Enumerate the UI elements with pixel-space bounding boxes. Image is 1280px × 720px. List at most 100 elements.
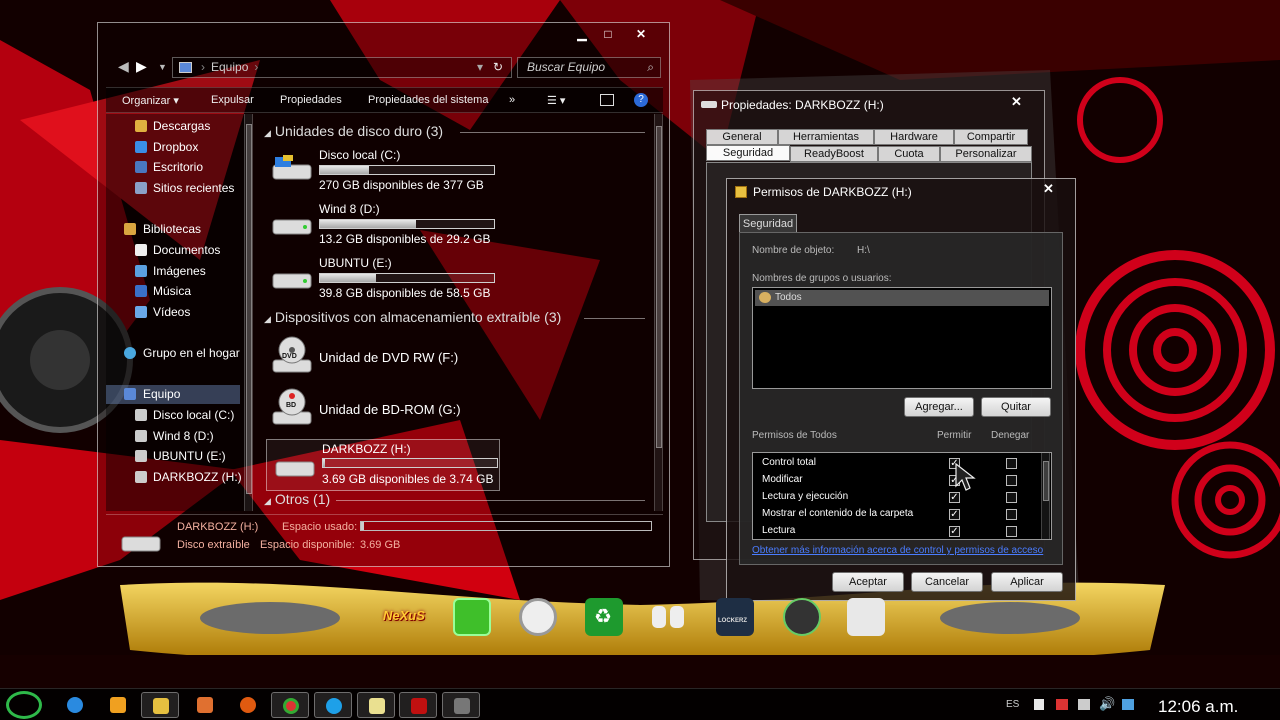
windows-logo-icon[interactable]	[453, 598, 491, 636]
collapse-arrow-icon[interactable]: ◢	[264, 496, 271, 506]
allow-checkbox[interactable]: ✓	[949, 492, 960, 503]
nexus-dock-icon[interactable]: NeXuS	[383, 598, 425, 636]
tray-flag-icon[interactable]	[1056, 699, 1068, 710]
nav-item-libraries[interactable]: Bibliotecas	[106, 220, 246, 239]
drive-tile-d[interactable]: Wind 8 (D:) 13.2 GB disponibles de 29.2 …	[264, 202, 504, 252]
taskbar-app-x[interactable]	[186, 692, 224, 718]
permissions-scrollbar[interactable]	[1041, 453, 1050, 539]
taskbar-media-player[interactable]	[99, 692, 137, 718]
group-header-hard-disks[interactable]: ◢ Unidades de disco duro (3)	[264, 123, 443, 139]
breadcrumb-chevron-icon[interactable]: ›	[254, 60, 258, 74]
deny-checkbox[interactable]	[1006, 526, 1017, 537]
allow-checkbox[interactable]: ✓	[949, 526, 960, 537]
scroll-thumb[interactable]	[1043, 461, 1049, 501]
breadcrumb-computer[interactable]: Equipo	[211, 60, 248, 74]
nav-item-desktop[interactable]: Escritorio	[106, 158, 246, 177]
view-options-icon[interactable]: ☰ ▾	[547, 94, 565, 107]
nav-item-drive-e[interactable]: UBUNTU (E:)	[106, 447, 246, 466]
tab-quota[interactable]: Cuota	[878, 146, 940, 162]
timer-dock-icon[interactable]	[783, 598, 821, 636]
nav-item-homegroup[interactable]: Grupo en el hogar	[106, 344, 246, 363]
close-button[interactable]: ✕	[1043, 181, 1054, 197]
help-icon[interactable]: ?	[634, 93, 648, 107]
tab-sharing[interactable]: Compartir	[954, 129, 1028, 145]
remove-button[interactable]: Quitar	[981, 397, 1051, 417]
forward-arrow-icon[interactable]: ▶	[136, 58, 147, 75]
start-button[interactable]	[6, 691, 42, 719]
taskbar-app-d[interactable]	[399, 692, 437, 718]
taskbar-internet-explorer[interactable]	[56, 692, 94, 718]
search-input[interactable]: Buscar Equipo ⌕	[517, 57, 661, 78]
recent-pages-icon[interactable]: ▼	[158, 62, 167, 72]
drive-tile-c[interactable]: Disco local (C:) 270 GB disponibles de 3…	[264, 148, 504, 198]
tab-general[interactable]: General	[706, 129, 778, 145]
address-dropdown-icon[interactable]: ▾	[477, 58, 483, 77]
eject-button[interactable]: Expulsar	[211, 94, 254, 106]
taskbar-skype[interactable]	[314, 692, 352, 718]
tab-tools[interactable]: Herramientas	[778, 129, 874, 145]
address-bar[interactable]: › Equipo › ▾ ↻	[172, 57, 512, 78]
nav-item-dropbox[interactable]: Dropbox	[106, 138, 246, 157]
drive-tile-f[interactable]: DVD Unidad de DVD RW (F:)	[264, 336, 504, 386]
minimize-button[interactable]: ▁	[572, 26, 592, 42]
maximize-button[interactable]: □	[598, 26, 618, 42]
deny-checkbox[interactable]	[1006, 458, 1017, 469]
nav-item-drive-c[interactable]: Disco local (C:)	[106, 406, 246, 425]
close-button[interactable]: ✕	[1011, 94, 1022, 110]
volume-icon[interactable]: 🔊	[1099, 696, 1115, 712]
scroll-thumb[interactable]	[246, 124, 252, 494]
access-control-help-link[interactable]: Obtener más información acerca de contro…	[752, 545, 1043, 556]
recycle-bin-icon[interactable]: ♻	[585, 598, 623, 636]
content-scrollbar[interactable]	[654, 114, 663, 511]
refresh-icon[interactable]: ↻	[493, 58, 503, 77]
clock[interactable]: 12:06 a.m.	[1158, 697, 1238, 717]
nav-item-videos[interactable]: Vídeos	[106, 303, 246, 322]
scroll-thumb[interactable]	[656, 126, 662, 448]
nav-item-music[interactable]: Música	[106, 282, 246, 301]
deny-checkbox[interactable]	[1006, 475, 1017, 486]
properties-button[interactable]: Propiedades	[280, 94, 342, 106]
taskbar-explorer[interactable]	[141, 692, 179, 718]
add-button[interactable]: Agregar...	[904, 397, 974, 417]
network-icon[interactable]	[1078, 699, 1090, 710]
apply-button[interactable]: Aplicar	[991, 572, 1063, 592]
drive-tile-h[interactable]: DARKBOZZ (H:) 3.69 GB disponibles de 3.7…	[266, 439, 500, 491]
tab-hardware[interactable]: Hardware	[874, 129, 954, 145]
navigation-scrollbar[interactable]	[244, 114, 253, 511]
deny-checkbox[interactable]	[1006, 509, 1017, 520]
tray-icon[interactable]	[1034, 699, 1044, 710]
lockerz-dock-icon[interactable]: LOCKERZ	[716, 598, 754, 636]
drive-tile-e[interactable]: UBUNTU (E:) 39.8 GB disponibles de 58.5 …	[264, 256, 504, 306]
preview-pane-icon[interactable]	[600, 94, 614, 106]
bluetooth-icon[interactable]	[1122, 699, 1134, 710]
cancel-button[interactable]: Cancelar	[911, 572, 983, 592]
close-button[interactable]: ✕	[631, 26, 651, 42]
deny-checkbox[interactable]	[1006, 492, 1017, 503]
users-listbox[interactable]: Todos	[752, 287, 1052, 389]
nav-item-drive-h[interactable]: DARKBOZZ (H:)	[106, 468, 246, 487]
taskbar-notes[interactable]	[357, 692, 395, 718]
group-header-other[interactable]: ◢ Otros (1)	[264, 491, 330, 507]
taskbar-firefox[interactable]	[229, 692, 267, 718]
language-indicator[interactable]: ES	[1006, 699, 1019, 710]
tab-readyboost[interactable]: ReadyBoost	[790, 146, 878, 162]
taskbar-chrome[interactable]	[271, 692, 309, 718]
list-item-everyone[interactable]: Todos	[755, 290, 1049, 306]
nav-item-drive-d[interactable]: Wind 8 (D:)	[106, 427, 246, 446]
allow-checkbox[interactable]: ✓	[949, 509, 960, 520]
drive-tile-g[interactable]: BD Unidad de BD-ROM (G:)	[264, 388, 504, 438]
system-properties-button[interactable]: Propiedades del sistema	[368, 94, 488, 106]
nav-item-documents[interactable]: Documentos	[106, 241, 246, 260]
back-arrow-icon[interactable]: ◀	[118, 58, 129, 75]
nav-item-downloads[interactable]: Descargas	[106, 117, 246, 136]
nav-item-pictures[interactable]: Imágenes	[106, 262, 246, 281]
control-panel-icon[interactable]	[847, 598, 885, 636]
organize-menu[interactable]: Organizar ▾	[122, 94, 179, 107]
tab-security[interactable]: Seguridad	[739, 214, 797, 233]
tab-security[interactable]: Seguridad	[706, 145, 790, 161]
group-header-removable[interactable]: ◢ Dispositivos con almacenamiento extraíb…	[264, 309, 561, 325]
ok-button[interactable]: Aceptar	[832, 572, 904, 592]
clock-icon[interactable]	[519, 598, 557, 636]
collapse-arrow-icon[interactable]: ◢	[264, 128, 271, 138]
characters-dock-icon[interactable]	[650, 598, 688, 636]
